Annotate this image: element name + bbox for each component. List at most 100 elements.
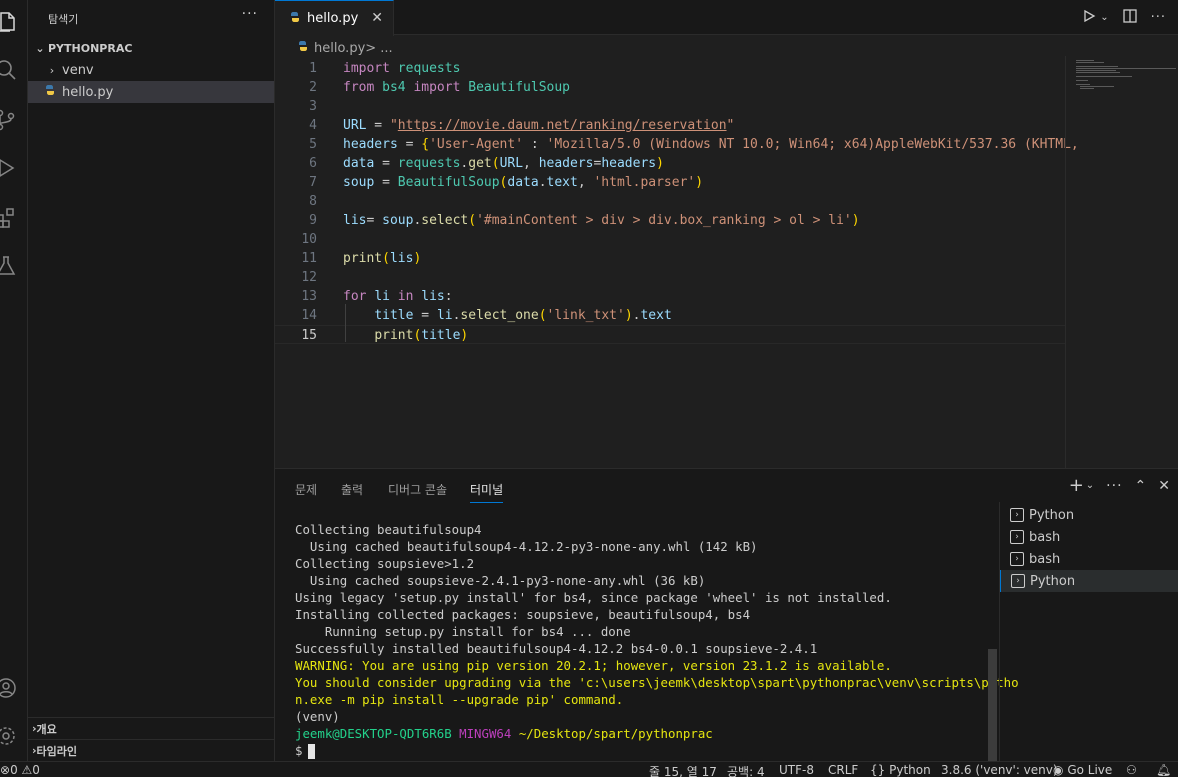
python-file-icon xyxy=(44,84,58,100)
braces-icon: {} xyxy=(870,763,886,777)
minimap[interactable] xyxy=(1065,56,1178,468)
more-actions-icon[interactable]: ··· xyxy=(1151,10,1166,25)
cursor-position[interactable]: 줄 15, 열 17 xyxy=(649,763,717,777)
terminal-output[interactable]: Collecting beautifulsoup4 Using cached b… xyxy=(295,521,1019,759)
maximize-panel-icon[interactable]: ⌃ xyxy=(1135,478,1147,494)
prompt-symbol: $ xyxy=(295,743,303,758)
golive-icon: ◉ xyxy=(1053,763,1064,777)
split-editor-icon[interactable] xyxy=(1122,8,1137,27)
terminal-item-python[interactable]: › Python xyxy=(1000,504,1178,526)
terminal-item-label: bash xyxy=(1029,529,1061,545)
breadcrumb-file[interactable]: hello.py xyxy=(314,41,365,56)
editor-area: hello.py ✕ ⌄ ··· hello.py > ... 1 import… xyxy=(275,0,1178,468)
terminal-icon: › xyxy=(1011,574,1025,588)
python-file-icon xyxy=(297,40,309,56)
editor-tabs: hello.py ✕ ⌄ ··· xyxy=(275,0,1178,36)
bell-icon[interactable]: 🔔︎ xyxy=(1156,763,1171,777)
explorer-sidebar: 탐색기 ··· ⌄ PYTHONPRAC › venv hello.py › 개… xyxy=(28,0,275,761)
code-line: 10 xyxy=(301,232,317,247)
project-folder-header[interactable]: ⌄ PYTHONPRAC xyxy=(28,37,274,59)
code-line: 1 import requests xyxy=(309,61,461,76)
code-line-current: 15 print(title) xyxy=(275,325,1065,344)
source-control-icon[interactable] xyxy=(0,100,28,140)
breadcrumb-rest[interactable]: > ... xyxy=(365,41,392,56)
search-icon[interactable] xyxy=(0,50,28,90)
terminal-item-label: Python xyxy=(1030,573,1076,589)
code-line: 7 soup = BeautifulSoup(data.text, 'html.p… xyxy=(309,175,704,190)
terminal-item-bash[interactable]: › bash xyxy=(1000,548,1178,570)
breadcrumb: hello.py > ... xyxy=(297,38,393,58)
bottom-panel: 문제 출력 디버그 콘솔 터미널 + ⌄ ··· ⌃ ✕ Collecting … xyxy=(275,468,1178,762)
more-actions-icon[interactable]: ··· xyxy=(1106,478,1122,494)
terminal-scrollbar[interactable] xyxy=(988,649,997,761)
tab-debug-console[interactable]: 디버그 콘솔 xyxy=(388,481,447,503)
run-debug-icon[interactable] xyxy=(0,148,28,188)
terminal-icon: › xyxy=(1010,552,1024,566)
tree-item-label: hello.py xyxy=(62,84,114,100)
terminal-warning-line: n.exe -m pip install --upgrade pip' comm… xyxy=(295,692,624,707)
code-line: 4 URL = "https://movie.daum.net/ranking/r… xyxy=(309,118,735,133)
code-line: 6 data = requests.get(URL, headers=header… xyxy=(309,156,664,171)
tab-hello-py[interactable]: hello.py ✕ xyxy=(275,0,394,36)
vscode-window: 탐색기 ··· ⌄ PYTHONPRAC › venv hello.py › 개… xyxy=(0,0,1178,777)
error-icon: ⊗ xyxy=(0,763,11,777)
terminal-line: Running setup.py install for bs4 ... don… xyxy=(295,624,631,639)
terminal-line: Successfully installed beautifulsoup4-4.… xyxy=(295,641,818,656)
close-icon[interactable]: ✕ xyxy=(371,10,383,26)
tab-output[interactable]: 출력 xyxy=(341,481,363,503)
golive-button[interactable]: ◉ Go Live xyxy=(1053,763,1112,777)
activity-bar xyxy=(0,0,28,761)
python-file-icon xyxy=(289,11,301,27)
new-terminal-icon[interactable]: + xyxy=(1069,475,1084,496)
python-interpreter[interactable]: 3.8.6 ('venv': venv) xyxy=(941,763,1058,777)
close-icon[interactable]: ✕ xyxy=(1158,478,1170,494)
tree-item-venv[interactable]: › venv xyxy=(28,59,274,81)
tab-terminal[interactable]: 터미널 xyxy=(470,481,504,503)
chevron-down-icon[interactable]: ⌄ xyxy=(1086,480,1094,491)
golive-label: Go Live xyxy=(1067,763,1113,777)
outline-section[interactable]: › 개요 xyxy=(28,717,274,739)
terminal-line: Using legacy 'setup.py install' for bs4,… xyxy=(295,590,892,605)
terminal-warning-line: You should consider upgrading via the 'c… xyxy=(295,675,1019,690)
terminal-line: Collecting beautifulsoup4 xyxy=(295,522,482,537)
section-label: 타임라인 xyxy=(36,744,78,758)
indentation[interactable]: 공백: 4 xyxy=(727,763,765,777)
terminal-item-label: Python xyxy=(1029,507,1075,523)
timeline-section[interactable]: › 타임라인 xyxy=(28,739,274,761)
tree-item-hello-py[interactable]: hello.py xyxy=(28,81,274,103)
tree-item-label: venv xyxy=(62,62,94,78)
more-actions-icon[interactable]: ··· xyxy=(242,6,258,22)
chevron-down-icon[interactable]: ⌄ xyxy=(1100,12,1108,23)
terminal-list: › Python › bash › bash › Python xyxy=(999,502,1178,762)
language-label: Python xyxy=(889,763,931,777)
terminal-warning-line: WARNING: You are using pip version 20.2.… xyxy=(295,658,892,673)
problems-status[interactable]: ⊗0 ⚠0 xyxy=(0,763,40,777)
extensions-icon[interactable] xyxy=(0,198,28,238)
prompt-path: ~/Desktop/spart/pythonprac xyxy=(518,726,713,741)
terminal-item-python-active[interactable]: › Python xyxy=(1000,570,1178,592)
terminal-icon: › xyxy=(1010,530,1024,544)
feedback-icon[interactable]: ⚇ xyxy=(1126,763,1137,777)
account-icon[interactable] xyxy=(0,668,28,708)
terminal-item-label: bash xyxy=(1029,551,1061,567)
code-line: 9 lis= soup.select('#mainContent > div > … xyxy=(309,213,860,228)
terminal-item-bash[interactable]: › bash xyxy=(1000,526,1178,548)
terminal-line: Installing collected packages: soupsieve… xyxy=(295,607,751,622)
status-bar: ⊗0 ⚠0 줄 15, 열 17 공백: 4 UTF-8 CRLF {} Pyt… xyxy=(0,761,1178,777)
terminal-icon: › xyxy=(1010,508,1024,522)
indent-guide xyxy=(345,304,346,342)
line-ending[interactable]: CRLF xyxy=(828,763,858,777)
terminal-cursor xyxy=(308,744,316,759)
terminal-input-line[interactable]: $ xyxy=(295,742,995,759)
run-icon[interactable] xyxy=(1082,9,1096,27)
encoding[interactable]: UTF-8 xyxy=(779,763,814,777)
warning-count: 0 xyxy=(32,763,40,777)
testing-icon[interactable] xyxy=(0,246,28,286)
code-line: 8 xyxy=(309,194,317,209)
tab-label: hello.py xyxy=(307,11,359,26)
language-mode[interactable]: {} Python xyxy=(870,763,931,777)
settings-icon[interactable] xyxy=(0,716,28,756)
explorer-icon[interactable] xyxy=(0,2,28,42)
sidebar-title: 탐색기 xyxy=(48,13,79,26)
tab-problems[interactable]: 문제 xyxy=(295,481,317,503)
